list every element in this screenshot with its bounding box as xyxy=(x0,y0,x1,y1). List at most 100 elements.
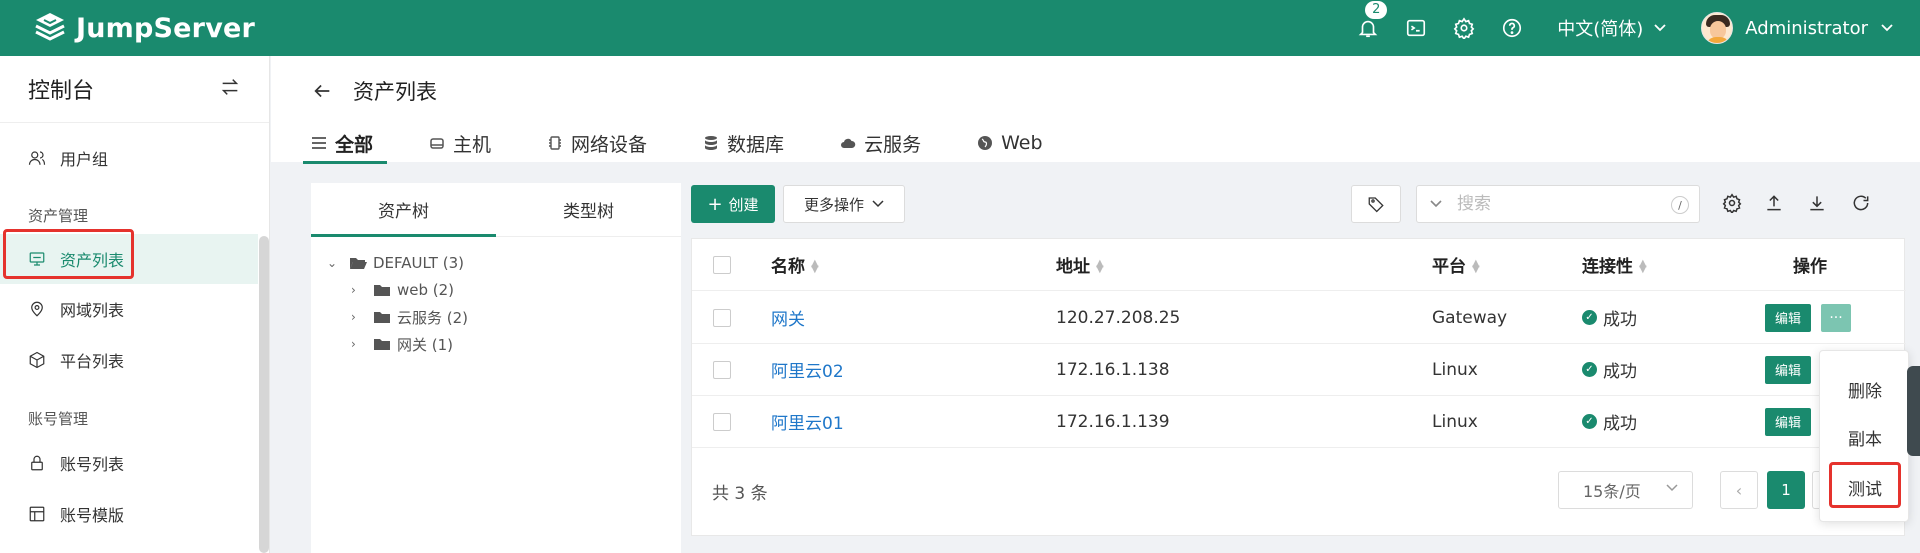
tab-network-device[interactable]: 网络设备 xyxy=(547,124,647,162)
more-options-button[interactable]: ··· xyxy=(1821,303,1851,332)
language-selector[interactable]: 中文(简体) xyxy=(1557,15,1667,41)
column-label: 名称 xyxy=(771,257,805,277)
help-icon[interactable] xyxy=(1501,17,1523,39)
chevron-down-icon[interactable]: ⌄ xyxy=(327,256,341,270)
tree-node-cloud[interactable]: › 云服务 (2) xyxy=(351,305,468,329)
folder-icon xyxy=(374,312,390,323)
sort-icon[interactable]: ▲ ▼ xyxy=(1639,259,1647,275)
more-actions-button[interactable]: 更多操作 xyxy=(783,185,905,223)
tab-host[interactable]: 主机 xyxy=(429,124,491,162)
menu-item-delete[interactable]: 删除 xyxy=(1820,367,1910,411)
sidebar: 控制台 用户组 资产管理 资产列表 网域列表 平台列表 账号管理 账号列表 账号… xyxy=(0,56,270,553)
chip-icon xyxy=(549,136,562,150)
sidebar-item-domain-list[interactable]: 网域列表 xyxy=(0,284,258,334)
tree-node-gateway[interactable]: › 网关 (1) xyxy=(351,332,453,356)
column-header-platform[interactable]: 平台 ▲ ▼ xyxy=(1432,252,1480,277)
sidebar-item-account-template[interactable]: 账号模版 xyxy=(0,489,258,539)
column-label: 地址 xyxy=(1056,257,1090,277)
create-button-label: 创建 xyxy=(728,195,759,214)
notification-bell-icon[interactable]: 2 xyxy=(1357,1,1388,39)
back-arrow-icon[interactable] xyxy=(311,80,333,102)
cube-icon xyxy=(29,351,45,369)
tab-label: 主机 xyxy=(453,133,492,156)
download-icon[interactable] xyxy=(1807,193,1827,213)
asset-name-link[interactable]: 阿里云02 xyxy=(771,357,844,382)
tab-all[interactable]: 全部 xyxy=(302,124,388,164)
tag-filter-button[interactable] xyxy=(1351,185,1401,223)
page-number-button[interactable]: 1 xyxy=(1767,471,1805,509)
chevron-down-icon xyxy=(872,200,884,208)
collapse-toggle-icon[interactable] xyxy=(219,76,241,102)
upload-icon[interactable] xyxy=(1764,193,1784,213)
main-header: 资产列表 全部 主机 网络设备 数据库 云服务 Web xyxy=(271,56,1920,164)
chevron-left-icon: ‹ xyxy=(1735,480,1743,500)
column-header-address[interactable]: 地址 ▲ ▼ xyxy=(1056,252,1104,277)
tree-node-web[interactable]: › web (2) xyxy=(351,278,454,302)
create-button[interactable]: + 创建 xyxy=(691,185,775,223)
sidebar-item-platform-list[interactable]: 平台列表 xyxy=(0,335,258,385)
sidebar-item-label: 账号列表 xyxy=(60,455,125,474)
sort-icon[interactable]: ▲ ▼ xyxy=(1472,259,1480,275)
search-box[interactable]: / xyxy=(1416,185,1700,223)
asset-address: 172.16.1.138 xyxy=(1056,359,1170,380)
chevron-down-icon xyxy=(1666,484,1678,492)
terminal-icon[interactable] xyxy=(1405,17,1427,39)
table-settings-gear-icon[interactable] xyxy=(1722,193,1742,215)
chevron-down-icon xyxy=(1654,24,1666,32)
sidebar-title: 控制台 xyxy=(28,79,95,104)
status-label: 成功 xyxy=(1603,414,1637,434)
select-all-checkbox[interactable] xyxy=(713,255,731,274)
search-shortcut-hint: / xyxy=(1671,196,1689,214)
table-row[interactable]: 阿里云01 172.16.1.139 Linux ✓ 成功 编辑 xyxy=(692,396,1906,448)
chevron-down-icon[interactable] xyxy=(1429,199,1443,209)
edit-button[interactable]: 编辑 xyxy=(1765,407,1811,436)
sidebar-item-user-groups[interactable]: 用户组 xyxy=(0,133,258,183)
menu-item-duplicate[interactable]: 副本 xyxy=(1820,415,1910,459)
sort-icon[interactable]: ▲ ▼ xyxy=(811,259,819,275)
sort-icon[interactable]: ▲ ▼ xyxy=(1096,259,1104,275)
tab-cloud[interactable]: 云服务 xyxy=(840,124,921,162)
edit-button[interactable]: 编辑 xyxy=(1765,303,1811,332)
edit-button[interactable]: 编辑 xyxy=(1765,355,1811,384)
sidebar-group-account-management: 账号管理 xyxy=(28,410,89,428)
tab-type-tree[interactable]: 类型树 xyxy=(496,183,681,236)
search-input[interactable] xyxy=(1457,194,1657,214)
tab-database[interactable]: 数据库 xyxy=(703,124,784,162)
tree-node-default[interactable]: ⌄ DEFAULT (3) xyxy=(327,251,464,275)
page-size-select[interactable]: 15条/页 xyxy=(1558,471,1693,509)
row-checkbox[interactable] xyxy=(713,308,731,327)
table-row[interactable]: 网关 120.27.208.25 Gateway ✓ 成功 编辑 ··· xyxy=(692,292,1906,344)
side-floating-widget[interactable] xyxy=(1907,366,1920,456)
refresh-icon[interactable] xyxy=(1851,193,1871,213)
connectivity-status: ✓ 成功 xyxy=(1582,409,1637,434)
prev-page-button[interactable]: ‹ xyxy=(1720,471,1758,509)
chevron-right-icon[interactable]: › xyxy=(351,310,365,324)
settings-gear-icon[interactable] xyxy=(1453,17,1475,39)
connectivity-status: ✓ 成功 xyxy=(1582,305,1637,330)
host-icon xyxy=(430,138,444,149)
tab-web[interactable]: Web xyxy=(977,124,1043,162)
row-checkbox[interactable] xyxy=(713,412,731,431)
chevron-right-icon[interactable]: › xyxy=(351,337,365,351)
page-title: 资产列表 xyxy=(353,80,437,104)
asset-table: 名称 ▲ ▼ 地址 ▲ ▼ 平台 ▲ ▼ 连接性 ▲ ▼ 操作 网关 120.27.208.25… xyxy=(691,238,1906,536)
sidebar-item-account-list[interactable]: 账号列表 xyxy=(0,438,258,488)
asset-name-link[interactable]: 阿里云01 xyxy=(771,409,844,434)
sidebar-scrollbar[interactable] xyxy=(259,236,269,553)
language-label: 中文(简体) xyxy=(1557,19,1644,40)
row-checkbox[interactable] xyxy=(713,360,731,379)
cloud-icon xyxy=(841,138,856,148)
asset-name-link[interactable]: 网关 xyxy=(771,305,805,330)
sidebar-item-label: 网域列表 xyxy=(60,301,125,320)
user-menu[interactable]: Administrator xyxy=(1701,12,1894,44)
lock-icon xyxy=(31,455,43,471)
column-header-name[interactable]: 名称 ▲ ▼ xyxy=(771,252,819,277)
avatar xyxy=(1701,12,1734,44)
table-row[interactable]: 阿里云02 172.16.1.138 Linux ✓ 成功 编辑 xyxy=(692,344,1906,396)
column-header-connectivity[interactable]: 连接性 ▲ ▼ xyxy=(1582,252,1647,277)
chevron-right-icon[interactable]: › xyxy=(351,283,365,297)
tab-asset-tree[interactable]: 资产树 xyxy=(311,183,496,237)
table-header-row: 名称 ▲ ▼ 地址 ▲ ▼ 平台 ▲ ▼ 连接性 ▲ ▼ 操作 xyxy=(692,239,1906,291)
logo[interactable]: JumpServer xyxy=(32,10,255,46)
folder-open-icon xyxy=(350,258,367,269)
